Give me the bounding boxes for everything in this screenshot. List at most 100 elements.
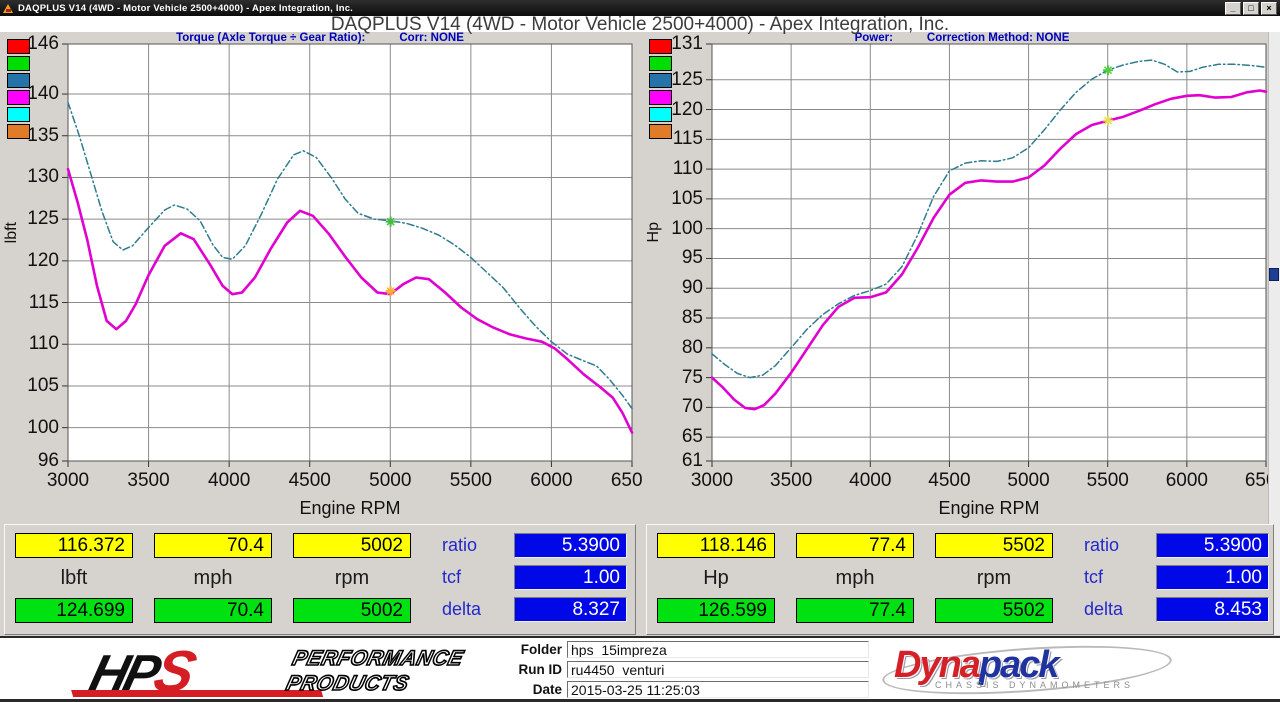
delta-value: 8.453: [1156, 597, 1269, 622]
speed-unit-label: mph: [796, 567, 914, 590]
y-tick-label: 125: [27, 208, 59, 230]
x-tick-label: 3000: [28, 470, 108, 492]
legend-swatch: [7, 107, 30, 122]
speed-cursor-value: 70.4: [154, 533, 272, 558]
y-tick-label: 125: [671, 69, 703, 91]
hps-logo: HPS PERFORMANCE PRODUCTS: [65, 642, 449, 698]
minimize-button[interactable]: _: [1225, 2, 1241, 15]
delta-value: 8.327: [514, 597, 627, 622]
x-tick-label: 5000: [350, 470, 430, 492]
x-tick-label: 4000: [189, 470, 269, 492]
legend-swatches: [649, 39, 672, 139]
x-tick-label: 4500: [270, 470, 350, 492]
page-title: DAQPLUS V14 (4WD - Motor Vehicle 2500+40…: [0, 16, 1280, 33]
delta-label: delta: [442, 599, 481, 620]
folder-field[interactable]: [567, 641, 869, 658]
heading-strip: DAQPLUS V14 (4WD - Motor Vehicle 2500+40…: [0, 16, 1280, 32]
y-tick-label: 85: [682, 307, 703, 329]
y-tick-label: 96: [38, 450, 59, 472]
y-tick-label: 115: [29, 292, 59, 314]
x-tick-label: 5000: [989, 470, 1069, 492]
y-tick-label: 90: [682, 277, 703, 299]
power-chart-panel: Power: Correction Method: NONE Hp 131125…: [642, 32, 1280, 522]
y-tick-label: 110: [29, 333, 59, 355]
torque-unit-label: lbft: [15, 567, 133, 590]
y-tick-label: 75: [682, 367, 703, 389]
x-tick-label: 3000: [672, 470, 752, 492]
folder-label: Folder: [500, 642, 562, 657]
tcf-value: 1.00: [1156, 565, 1269, 590]
power-reference-value: 126.599: [657, 598, 775, 623]
x-tick-label: 3500: [109, 470, 189, 492]
run-id-label: Run ID: [500, 662, 562, 677]
restore-button[interactable]: □: [1243, 2, 1259, 15]
power-readout-panel: 118.146 77.4 5502 Hp mph rpm 126.599 77.…: [646, 524, 1274, 635]
legend-swatch: [649, 56, 672, 71]
tcf-label: tcf: [1084, 567, 1103, 588]
x-axis-title: Engine RPM: [712, 498, 1266, 519]
speed-reference-value: 77.4: [796, 598, 914, 623]
dynapack-logo: Dynapack CHASSIS DYNAMOMETERS: [880, 642, 1180, 698]
y-tick-label: 70: [682, 396, 703, 418]
legend-swatch: [649, 90, 672, 105]
hps-performance-text: PERFORMANCE: [290, 646, 466, 671]
ratio-label: ratio: [442, 535, 477, 556]
hps-products-text: PRODUCTS: [284, 671, 460, 696]
rpm-reference-value: 5002: [293, 598, 411, 623]
plot-svg[interactable]: [68, 44, 632, 461]
power-unit-label: Hp: [657, 567, 775, 590]
y-tick-label: 80: [682, 337, 703, 359]
date-field[interactable]: [567, 681, 869, 698]
y-tick-label: 140: [27, 83, 59, 105]
speed-unit-label: mph: [154, 567, 272, 590]
torque-reference-value: 124.699: [15, 598, 133, 623]
y-tick-label: 105: [671, 188, 703, 210]
tcf-label: tcf: [442, 567, 461, 588]
y-tick-label: 131: [671, 33, 703, 55]
date-label: Date: [500, 682, 562, 697]
scrollbar-thumb[interactable]: [1269, 268, 1279, 281]
run-info-form: Folder Run ID Date: [500, 641, 880, 701]
y-tick-label: 95: [682, 247, 703, 269]
rpm-cursor-value: 5502: [935, 533, 1053, 558]
y-tick-label: 65: [682, 426, 703, 448]
rpm-unit-label: rpm: [935, 567, 1053, 590]
y-tick-label: 100: [27, 417, 59, 439]
ratio-value: 5.3900: [1156, 533, 1269, 558]
ratio-value: 5.3900: [514, 533, 627, 558]
y-tick-label: 146: [27, 33, 59, 55]
run-id-field[interactable]: [567, 661, 869, 678]
x-tick-label: 4500: [909, 470, 989, 492]
y-axis-title: Hp: [645, 222, 663, 242]
footer: HPS PERFORMANCE PRODUCTS Folder Run ID D…: [0, 636, 1280, 702]
y-tick-label: 61: [682, 450, 703, 472]
y-tick-label: 130: [27, 166, 59, 188]
x-axis-title: Engine RPM: [68, 498, 632, 519]
y-tick-label: 135: [27, 125, 59, 147]
legend-swatch: [649, 124, 672, 139]
dynapack-subtitle: CHASSIS DYNAMOMETERS: [935, 680, 1134, 690]
y-tick-label: 120: [671, 99, 703, 121]
torque-readout-panel: 116.372 70.4 5002 lbft mph rpm 124.699 7…: [4, 524, 636, 635]
y-tick-label: 100: [671, 218, 703, 240]
torque-chart-panel: Torque (Axle Torque ÷ Gear Ratio): Corr:…: [0, 32, 640, 522]
rpm-unit-label: rpm: [293, 567, 411, 590]
power-cursor-value: 118.146: [657, 533, 775, 558]
app-icon: [3, 3, 14, 14]
x-tick-label: 5500: [1068, 470, 1148, 492]
y-axis-title: lbft: [3, 222, 21, 243]
legend-swatch: [649, 73, 672, 88]
y-tick-label: 110: [673, 158, 703, 180]
y-tick-label: 115: [673, 128, 703, 150]
tcf-value: 1.00: [514, 565, 627, 590]
torque-cursor-value: 116.372: [15, 533, 133, 558]
delta-label: delta: [1084, 599, 1123, 620]
rpm-reference-value: 5502: [935, 598, 1053, 623]
close-button[interactable]: ×: [1261, 2, 1277, 15]
x-tick-label: 6000: [511, 470, 591, 492]
plot-svg[interactable]: [712, 44, 1266, 461]
legend-swatch: [649, 107, 672, 122]
app-window: DAQPLUS V14 (4WD - Motor Vehicle 2500+40…: [0, 0, 1280, 702]
x-tick-label: 6000: [1147, 470, 1227, 492]
y-tick-label: 120: [27, 250, 59, 272]
